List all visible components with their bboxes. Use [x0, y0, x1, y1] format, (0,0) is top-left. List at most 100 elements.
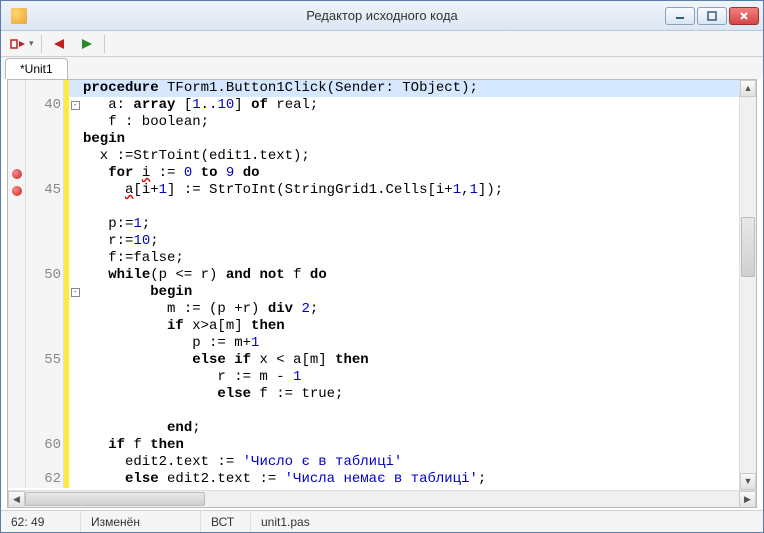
code-line[interactable]: 40- a: array [1..10] of real;: [8, 97, 739, 114]
gutter-marker[interactable]: [8, 182, 26, 199]
dropdown-icon[interactable]: ▾: [29, 38, 34, 49]
code-text[interactable]: begin: [81, 131, 125, 148]
code-line[interactable]: begin: [8, 131, 739, 148]
code-line[interactable]: [8, 403, 739, 420]
code-line[interactable]: m := (p +r) div 2;: [8, 301, 739, 318]
maximize-button[interactable]: [697, 7, 727, 25]
code-line[interactable]: 60 if f then: [8, 437, 739, 454]
code-line[interactable]: 45 a[i+1] := StrToInt(StringGrid1.Cells[…: [8, 182, 739, 199]
jump-button[interactable]: [7, 34, 29, 54]
gutter-marker[interactable]: [8, 250, 26, 267]
close-button[interactable]: [729, 7, 759, 25]
fold-gutter[interactable]: [69, 454, 81, 471]
gutter-marker[interactable]: [8, 131, 26, 148]
code-text[interactable]: edit2.text := 'Число є в таблиці': [81, 454, 402, 471]
fold-gutter[interactable]: [69, 369, 81, 386]
code-line[interactable]: - begin: [8, 284, 739, 301]
code-text[interactable]: while(p <= r) and not f do: [81, 267, 327, 284]
code-text[interactable]: end;: [81, 420, 201, 437]
fold-icon[interactable]: -: [71, 288, 80, 297]
gutter-marker[interactable]: [8, 199, 26, 216]
gutter-marker[interactable]: [8, 148, 26, 165]
scroll-right-button[interactable]: ▶: [739, 491, 756, 508]
fold-gutter[interactable]: [69, 335, 81, 352]
fold-gutter[interactable]: [69, 318, 81, 335]
code-text[interactable]: begin: [81, 284, 192, 301]
scroll-track[interactable]: [740, 97, 756, 473]
fold-gutter[interactable]: -: [69, 284, 81, 301]
gutter-marker[interactable]: [8, 114, 26, 131]
gutter-marker[interactable]: [8, 437, 26, 454]
gutter-marker[interactable]: [8, 352, 26, 369]
scroll-thumb[interactable]: [741, 217, 755, 277]
fold-gutter[interactable]: [69, 386, 81, 403]
code-text[interactable]: m := (p +r) div 2;: [81, 301, 318, 318]
code-text[interactable]: else if x < a[m] then: [81, 352, 369, 369]
code-line[interactable]: [8, 199, 739, 216]
code-line[interactable]: if x>a[m] then: [8, 318, 739, 335]
hscroll-track[interactable]: [25, 491, 739, 507]
back-button[interactable]: [49, 34, 71, 54]
scroll-left-button[interactable]: ◀: [8, 491, 25, 508]
code-area[interactable]: procedure TForm1.Button1Click(Sender: TO…: [8, 80, 739, 490]
tab-unit1[interactable]: *Unit1: [5, 58, 68, 79]
gutter-marker[interactable]: [8, 97, 26, 114]
code-text[interactable]: p := m+1: [81, 335, 259, 352]
fold-gutter[interactable]: [69, 216, 81, 233]
gutter-marker[interactable]: [8, 165, 26, 182]
gutter-marker[interactable]: [8, 233, 26, 250]
fold-icon[interactable]: -: [71, 101, 80, 110]
fold-gutter[interactable]: [69, 80, 81, 97]
code-text[interactable]: else f := true;: [81, 386, 343, 403]
forward-button[interactable]: [75, 34, 97, 54]
scroll-down-button[interactable]: ▼: [740, 473, 756, 490]
code-text[interactable]: f : boolean;: [81, 114, 209, 131]
code-text[interactable]: [81, 199, 83, 216]
fold-gutter[interactable]: [69, 199, 81, 216]
code-line[interactable]: end;: [8, 420, 739, 437]
breakpoint-icon[interactable]: [12, 186, 22, 196]
fold-gutter[interactable]: [69, 165, 81, 182]
code-line[interactable]: x :=StrToint(edit1.text);: [8, 148, 739, 165]
code-text[interactable]: x :=StrToint(edit1.text);: [81, 148, 310, 165]
fold-gutter[interactable]: [69, 352, 81, 369]
gutter-marker[interactable]: [8, 403, 26, 420]
code-line[interactable]: 62 else edit2.text := 'Числа немає в таб…: [8, 471, 739, 488]
hscroll-thumb[interactable]: [25, 492, 205, 506]
code-line[interactable]: edit2.text := 'Число є в таблиці': [8, 454, 739, 471]
code-line[interactable]: f : boolean;: [8, 114, 739, 131]
code-line[interactable]: f:=false;: [8, 250, 739, 267]
fold-gutter[interactable]: [69, 267, 81, 284]
code-text[interactable]: a: array [1..10] of real;: [81, 97, 318, 114]
fold-gutter[interactable]: [69, 471, 81, 488]
code-text[interactable]: procedure TForm1.Button1Click(Sender: TO…: [81, 80, 478, 97]
code-text[interactable]: for i := 0 to 9 do: [81, 165, 260, 182]
fold-gutter[interactable]: [69, 233, 81, 250]
gutter-marker[interactable]: [8, 318, 26, 335]
fold-gutter[interactable]: [69, 437, 81, 454]
gutter-marker[interactable]: [8, 216, 26, 233]
code-text[interactable]: if x>a[m] then: [81, 318, 285, 335]
code-text[interactable]: else edit2.text := 'Числа немає в таблиц…: [81, 471, 486, 488]
fold-gutter[interactable]: [69, 182, 81, 199]
vertical-scrollbar[interactable]: ▲ ▼: [739, 80, 756, 490]
fold-gutter[interactable]: [69, 250, 81, 267]
code-text[interactable]: p:=1;: [81, 216, 150, 233]
gutter-marker[interactable]: [8, 454, 26, 471]
code-text[interactable]: f:=false;: [81, 250, 184, 267]
code-line[interactable]: p:=1;: [8, 216, 739, 233]
gutter-marker[interactable]: [8, 301, 26, 318]
gutter-marker[interactable]: [8, 386, 26, 403]
code-line[interactable]: procedure TForm1.Button1Click(Sender: TO…: [8, 80, 739, 97]
code-line[interactable]: r := m - 1: [8, 369, 739, 386]
fold-gutter[interactable]: [69, 403, 81, 420]
fold-gutter[interactable]: -: [69, 97, 81, 114]
gutter-marker[interactable]: [8, 267, 26, 284]
gutter-marker[interactable]: [8, 335, 26, 352]
code-text[interactable]: [81, 403, 83, 420]
gutter-marker[interactable]: [8, 80, 26, 97]
code-line[interactable]: else f := true;: [8, 386, 739, 403]
fold-gutter[interactable]: [69, 301, 81, 318]
fold-gutter[interactable]: [69, 114, 81, 131]
fold-gutter[interactable]: [69, 131, 81, 148]
